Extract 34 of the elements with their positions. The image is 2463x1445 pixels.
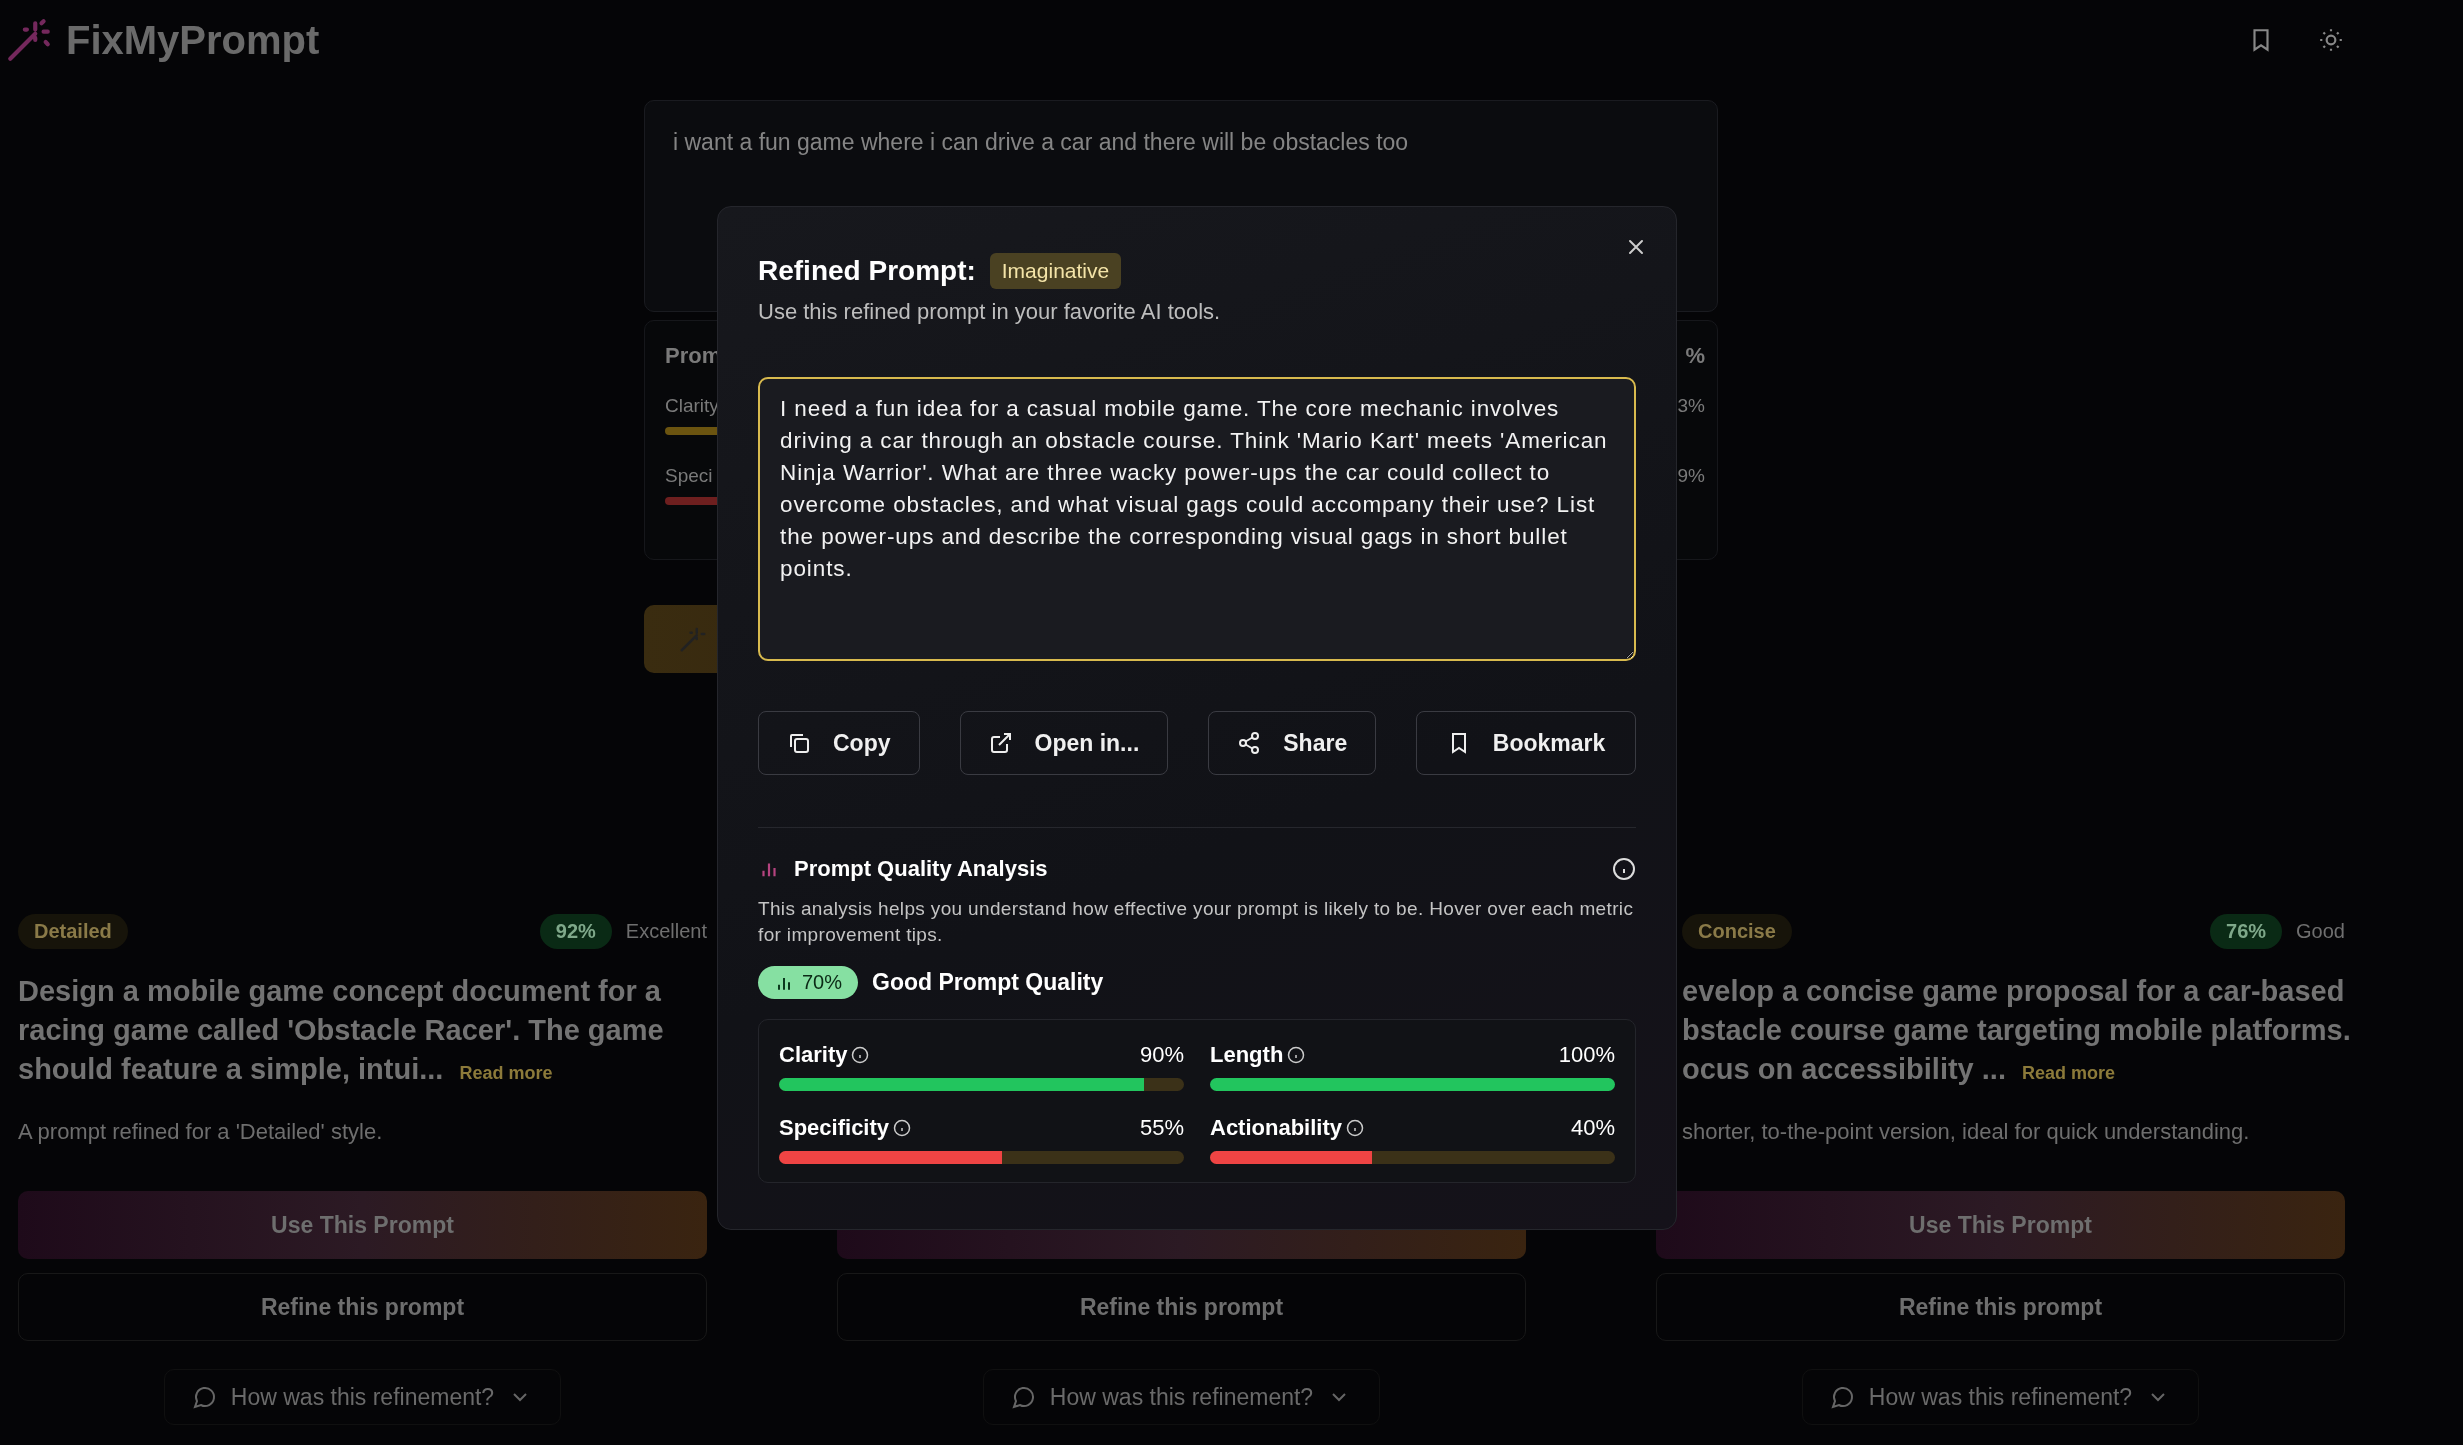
analysis-description: This analysis helps you understand how effective your prompt is likely to be. Hover over each metric for improvement tips. — [758, 897, 1635, 947]
quality-verdict: Good Prompt Quality — [872, 969, 1104, 996]
metric-value: 3% — [1677, 395, 1705, 417]
metric-label: Specificity — [779, 1115, 890, 1141]
card-title: should feature a simple, intui... — [18, 1053, 444, 1085]
dialog-title: Refined Prompt: — [758, 255, 976, 287]
metric-value: 90% — [1139, 1042, 1184, 1068]
metric-label: Actionability — [1210, 1115, 1342, 1141]
card-description: A prompt refined for a 'Detailed' style. — [18, 1119, 384, 1146]
style-tag: Concise — [1682, 913, 1792, 949]
rating-label: Good — [2296, 919, 2345, 943]
metric-value: 9% — [1677, 465, 1705, 487]
quality-score-badge: 70% — [758, 966, 859, 999]
score-badge: 92% — [539, 913, 612, 949]
metric-value: 100% — [1558, 1042, 1615, 1068]
dialog-subtitle: Use this refined prompt in your favorite AI tools. — [758, 299, 1222, 325]
card-title: racing game called 'Obstacle Racer'. The game — [18, 1014, 664, 1046]
metric-label: Speci — [665, 465, 713, 487]
metric-value: 40% — [1570, 1115, 1615, 1141]
card-title: ocus on accessibility ... — [1682, 1053, 2006, 1085]
style-tag: Detailed — [18, 913, 128, 949]
style-badge: Imaginative — [989, 253, 1122, 289]
score-text: % — [1685, 343, 1705, 369]
metric-value: 55% — [1139, 1115, 1184, 1141]
rating-label: Excellent — [625, 919, 707, 943]
card-title: Design a mobile game concept document for a — [18, 975, 661, 1007]
metric-label: Length — [1210, 1042, 1284, 1068]
metric-label: Clarity — [665, 395, 719, 417]
card-title: evelop a concise game proposal for a car-based — [1682, 975, 2345, 1007]
card-title: bstacle course game targeting mobile platforms. — [1682, 1014, 2351, 1046]
metric-label: Clarity — [779, 1042, 848, 1068]
analysis-title: Prompt Quality Analysis — [794, 856, 1049, 882]
score-badge: 76% — [2210, 913, 2283, 949]
card-description: shorter, to-the-point version, ideal for quick understanding. — [1681, 1119, 2251, 1146]
